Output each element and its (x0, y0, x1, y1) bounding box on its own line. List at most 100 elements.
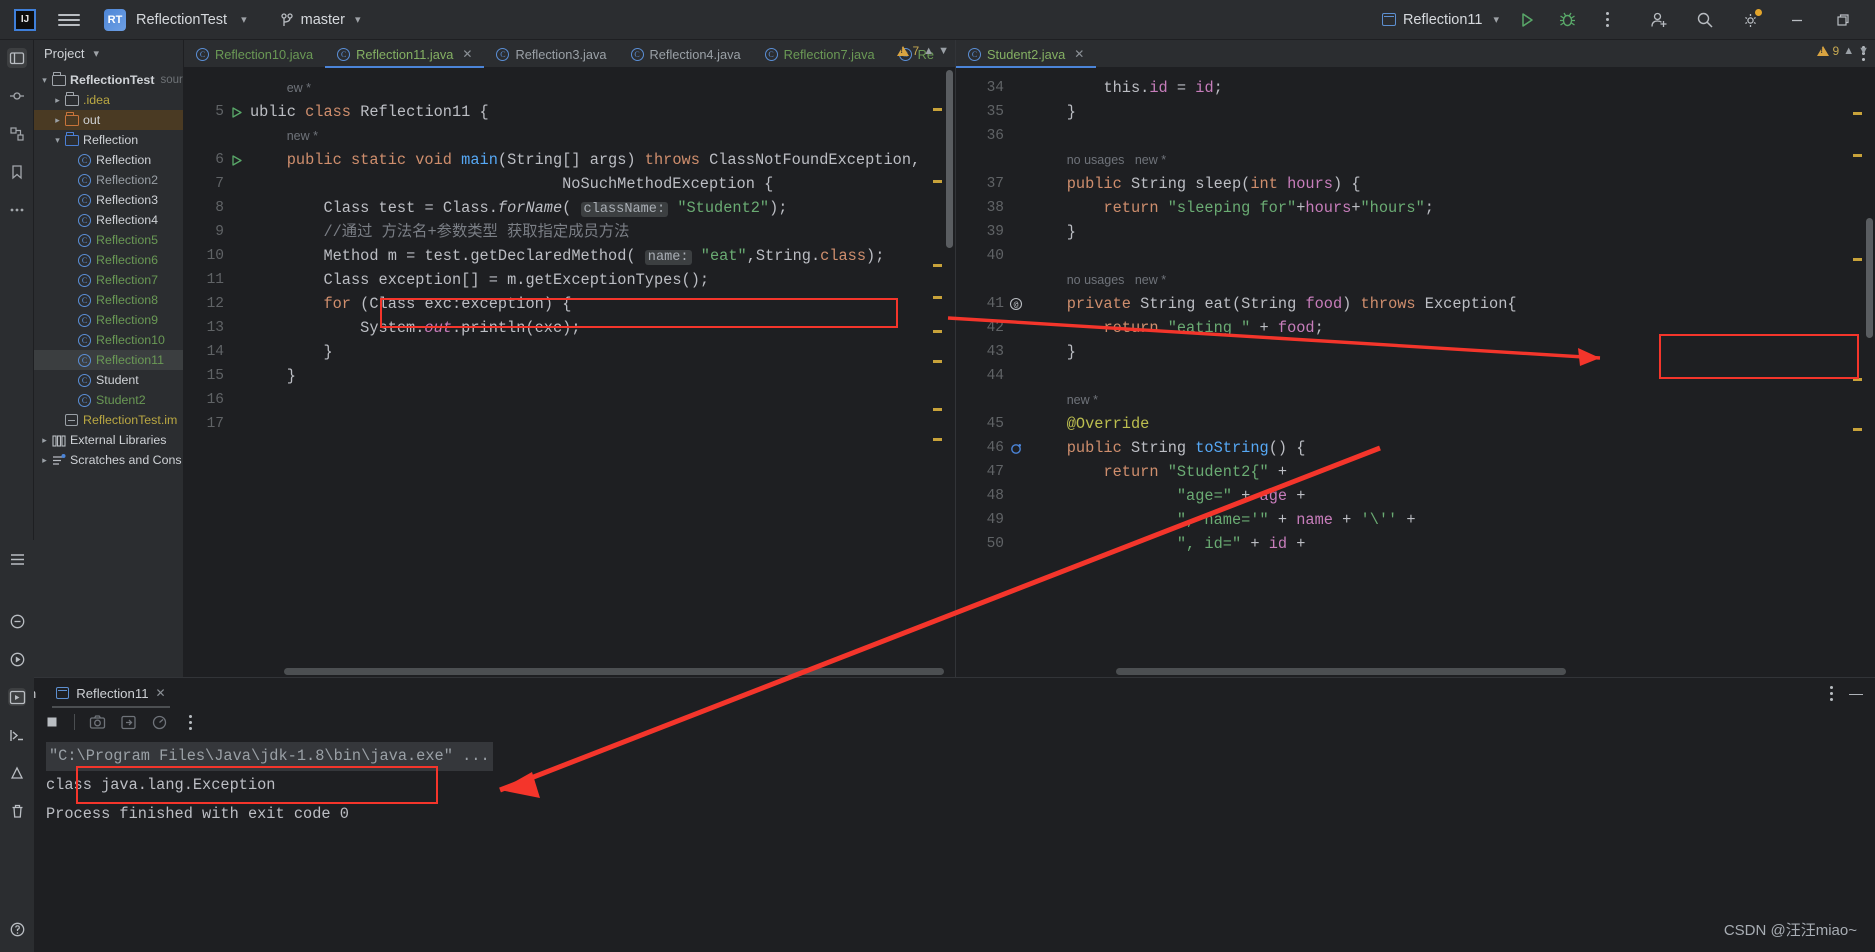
tab-student2-java[interactable]: C Student2.java ✕ (956, 40, 1097, 68)
run-tab-reflection11[interactable]: Reflection11 ✕ (52, 678, 171, 708)
code-line-48[interactable]: "age=" + age + (1030, 484, 1875, 508)
bookmarks-tool-icon[interactable] (7, 162, 27, 182)
gutter-line-48[interactable]: 48 (956, 484, 1030, 508)
gutter-line-40[interactable]: 40 (956, 244, 1030, 268)
more-tool-windows-icon[interactable] (7, 200, 27, 220)
code-line-45[interactable]: @Override (1030, 412, 1875, 436)
gutter-line-36[interactable]: 36 (956, 124, 1030, 148)
code-line-39[interactable]: } (1030, 220, 1875, 244)
debug-button[interactable] (1555, 8, 1579, 32)
next-problem-icon[interactable]: ▼ (1858, 45, 1869, 57)
code-line-x[interactable]: no usages new * (1030, 148, 1875, 172)
code-line-15[interactable]: } (250, 364, 955, 388)
chevron-down-icon[interactable]: ▾ (51, 135, 64, 146)
code-line-11[interactable]: Class exception[] = m.getExceptionTypes(… (250, 268, 955, 292)
close-icon[interactable]: ✕ (1074, 47, 1084, 61)
tree-item-reflection10[interactable]: C Reflection10 (34, 330, 183, 350)
code-line-14[interactable]: } (250, 340, 955, 364)
gutter-line-x[interactable] (956, 148, 1030, 172)
code-line-12[interactable]: for (Class exc:exception) { (250, 292, 955, 316)
gutter-line-5[interactable]: 5 (184, 100, 250, 124)
tree-item-reflection2[interactable]: C Reflection2 (34, 170, 183, 190)
inspection-widget-right[interactable]: 9 ▲ ▼ (1816, 44, 1869, 58)
search-icon[interactable] (1693, 8, 1717, 32)
code-line-41[interactable]: private String eat(String food) throws E… (1030, 292, 1875, 316)
editor-tabs-left[interactable]: C Reflection10.java C Reflection11.java ✕ C Re… (184, 40, 979, 68)
code-line-9[interactable]: //通过 方法名+参数类型 获取指定成员方法 (250, 220, 955, 244)
gutter-line-7[interactable]: 7 (184, 172, 250, 196)
code-line-50[interactable]: ", id=" + id + (1030, 532, 1875, 556)
vcs-branch-widget[interactable]: master ▾ (279, 12, 361, 28)
build-icon[interactable] (8, 764, 26, 782)
tree-item-reflection3[interactable]: C Reflection3 (34, 190, 183, 210)
more-actions-icon[interactable] (1595, 8, 1619, 32)
gutter-line-45[interactable]: 45 (956, 412, 1030, 436)
code-line-17[interactable] (250, 412, 955, 436)
gutter-line-x[interactable] (956, 268, 1030, 292)
commit-tool-icon[interactable] (7, 86, 27, 106)
help-icon[interactable] (8, 920, 26, 938)
tree-item-reflectiontest-im[interactable]: ReflectionTest.im (34, 410, 183, 430)
project-name-label[interactable]: ReflectionTest (136, 12, 227, 28)
tree-item-reflectiontest[interactable]: ▾ ReflectionTest sour (34, 70, 183, 90)
tree-item-reflection7[interactable]: C Reflection7 (34, 270, 183, 290)
code-line-38[interactable]: return "sleeping for"+hours+"hours"; (1030, 196, 1875, 220)
vertical-scrollbar-right[interactable] (1863, 68, 1875, 666)
chevron-down-icon[interactable]: ▾ (93, 47, 99, 60)
project-tool-icon[interactable] (6, 48, 27, 68)
chevron-down-icon[interactable]: ▾ (38, 75, 51, 86)
gutter-line-47[interactable]: 47 (956, 460, 1030, 484)
tab-reflection4-java[interactable]: C Reflection4.java (619, 40, 753, 68)
tab-reflection10-java[interactable]: C Reflection10.java (184, 40, 325, 68)
stop-icon[interactable] (43, 713, 61, 731)
code-line-6[interactable]: public static void main(String[] args) t… (250, 148, 955, 172)
console-output[interactable]: "C:\Program Files\Java\jdk-1.8\bin\java.… (34, 736, 1875, 952)
run-configuration-selector[interactable]: Reflection11 ▾ (1381, 12, 1499, 28)
code-viewport-left[interactable]: 5 6 7 8 9 10 11 12 13 14 15 16 17 ew * ublic class Re… (184, 68, 955, 666)
chevron-down-icon[interactable]: ▾ (1493, 13, 1499, 26)
gutter-line-35[interactable]: 35 (956, 100, 1030, 124)
code-line-49[interactable]: ", name='" + name + '\'' + (1030, 508, 1875, 532)
code-content-left[interactable]: ew * ublic class Reflection11 { new * pub… (250, 68, 955, 666)
tree-item-reflection11[interactable]: C Reflection11 (34, 350, 183, 370)
code-line-10[interactable]: Method m = test.getDeclaredMethod( name:… (250, 244, 955, 268)
restore-icon[interactable] (1831, 8, 1855, 32)
gutter-line-37[interactable]: 37 (956, 172, 1030, 196)
branch-chevron-icon[interactable]: ▾ (355, 13, 361, 26)
horizontal-scrollbar-left[interactable] (184, 666, 955, 677)
trash-icon[interactable] (8, 802, 26, 820)
gutter-line-8[interactable]: 8 (184, 196, 250, 220)
code-line-46[interactable]: public String toString() { (1030, 436, 1875, 460)
code-line-42[interactable]: return "eating " + food; (1030, 316, 1875, 340)
tree-item-out[interactable]: ▸ out (34, 110, 183, 130)
minimize-icon[interactable] (1785, 8, 1809, 32)
prev-problem-icon[interactable]: ▲ (1843, 45, 1854, 57)
tree-item-reflection9[interactable]: C Reflection9 (34, 310, 183, 330)
code-line-43[interactable]: } (1030, 340, 1875, 364)
vertical-scrollbar-left[interactable] (943, 68, 955, 666)
gutter-line-17[interactable]: 17 (184, 412, 250, 436)
gutter-line-44[interactable]: 44 (956, 364, 1030, 388)
run-gutter-icon[interactable] (228, 154, 244, 167)
code-line-34[interactable]: this.id = id; (1030, 76, 1875, 100)
gutter-line-13[interactable]: 13 (184, 316, 250, 340)
horizontal-scrollbar-right[interactable] (956, 666, 1875, 677)
code-line-35[interactable]: } (1030, 100, 1875, 124)
gutter-line-43[interactable]: 43 (956, 340, 1030, 364)
code-line-7[interactable]: NoSuchMethodException { (250, 172, 955, 196)
code-line-40[interactable] (1030, 244, 1875, 268)
run-gutter-icon[interactable] (228, 106, 244, 119)
gutter-line-50[interactable]: 50 (956, 532, 1030, 556)
code-line-x[interactable]: new * (1030, 388, 1875, 412)
menu-icon[interactable] (58, 11, 80, 29)
code-viewport-right[interactable]: 34 35 36 37 38 39 40 41 @42 43 44 45 46 47 48 49 50 this… (956, 68, 1875, 666)
gutter-line-39[interactable]: 39 (956, 220, 1030, 244)
close-icon[interactable]: ✕ (156, 686, 166, 700)
prev-problem-icon[interactable]: ▲ (923, 45, 934, 57)
code-line-x[interactable]: new * (250, 124, 955, 148)
settings-icon[interactable] (1739, 8, 1763, 32)
add-user-icon[interactable] (1647, 8, 1671, 32)
code-line-5[interactable]: ublic class Reflection11 { (250, 100, 955, 124)
screenshot-icon[interactable] (88, 713, 106, 731)
code-line-13[interactable]: System.out.println(exc); (250, 316, 955, 340)
